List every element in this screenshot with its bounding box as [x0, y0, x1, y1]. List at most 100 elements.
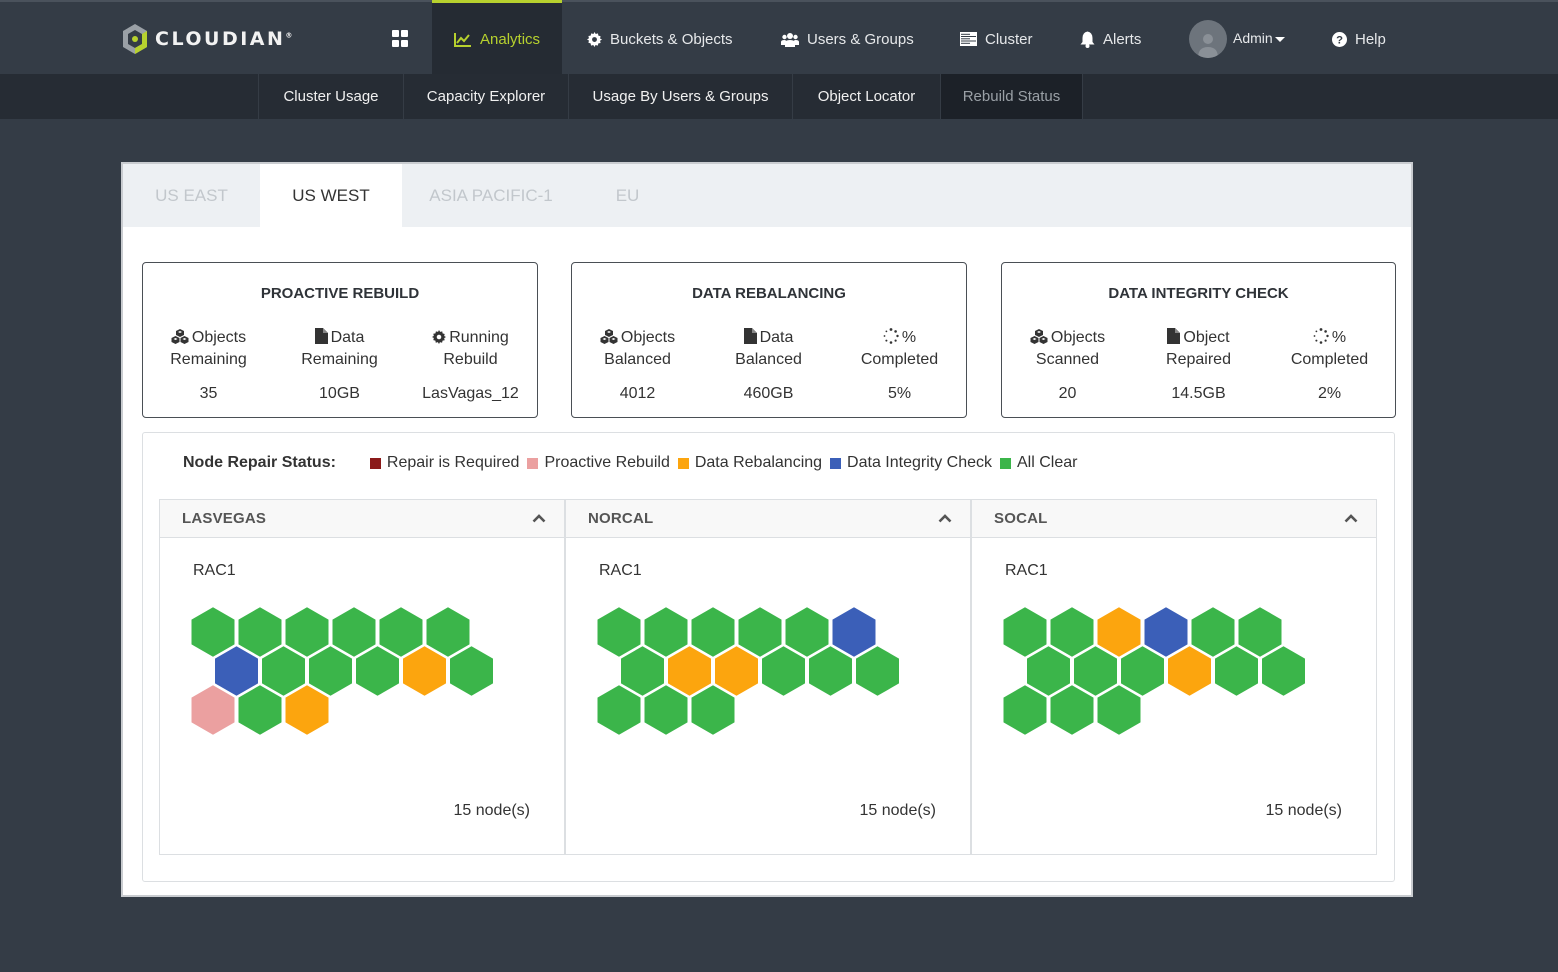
site-header[interactable]: LASVEGAS [160, 500, 564, 538]
data-integrity-check-card: DATA INTEGRITY CHECK Objects Scanned 20 … [1001, 262, 1396, 418]
node-hex-clear[interactable] [644, 685, 688, 735]
metric-label-line2: Balanced [604, 351, 671, 368]
nav-alerts-label: Alerts [1103, 30, 1142, 48]
node-hex-rebalance[interactable] [285, 685, 329, 735]
node-hex-clear[interactable] [1097, 685, 1141, 735]
node-hex-clear[interactable] [1262, 646, 1305, 696]
nav-buckets-objects-label: Buckets & Objects [610, 30, 733, 48]
node-hex-clear[interactable] [597, 685, 641, 735]
node-hex-integrity[interactable] [1144, 607, 1188, 657]
nav-admin-menu[interactable]: Admin [1189, 2, 1285, 76]
subnav-capacity-explorer[interactable]: Capacity Explorer [403, 74, 568, 119]
metric-value: 2% [1317, 385, 1342, 402]
metric-label: Objects [1002, 327, 1133, 349]
spinner-icon [883, 328, 899, 344]
cloudian-logo[interactable]: CLOUDIAN® [121, 22, 292, 56]
legend-title: Node Repair Status: [183, 454, 336, 471]
node-hex-rebalance[interactable] [1168, 646, 1211, 696]
node-hex-clear[interactable] [356, 646, 399, 696]
node-hex-clear[interactable] [856, 646, 899, 696]
node-hex-rebalance[interactable] [1097, 607, 1141, 657]
site-name: LASVEGAS [182, 510, 267, 527]
node-hex-clear[interactable] [238, 607, 282, 657]
node-hex-clear[interactable] [450, 646, 493, 696]
node-hex-clear[interactable] [691, 685, 735, 735]
node-hex-clear[interactable] [738, 607, 782, 657]
card-title: DATA INTEGRITY CHECK [1108, 285, 1289, 302]
bell-icon [1080, 31, 1095, 48]
node-hex-clear[interactable] [621, 646, 664, 696]
node-hex-clear[interactable] [426, 607, 470, 657]
node-hex-proactive[interactable] [191, 685, 235, 735]
file-icon [1167, 328, 1181, 344]
metric-label-line2: Remaining [170, 351, 247, 368]
node-hex-clear[interactable] [1121, 646, 1164, 696]
metric-data-remaining: Data Remaining 10GB [274, 327, 405, 405]
node-hex-clear[interactable] [809, 646, 852, 696]
tab-asia-pacific-1[interactable]: ASIA PACIFIC-1 [402, 164, 580, 227]
metric-label-line1: Object [1183, 329, 1230, 346]
node-hex-clear[interactable] [1050, 607, 1094, 657]
apps-grid-button[interactable] [392, 30, 410, 48]
node-hex-clear[interactable] [1238, 607, 1282, 657]
tab-us-east-label: US EAST [155, 185, 228, 205]
metric-data-balanced: Data Balanced 460GB [703, 327, 834, 405]
metric-label-line1: % [901, 329, 917, 346]
metric-label-line1: % [1331, 329, 1347, 346]
site-header[interactable]: NORCAL [566, 500, 970, 538]
question-circle-icon: ? [1332, 31, 1347, 47]
node-hex-clear[interactable] [1003, 607, 1047, 657]
nav-help[interactable]: ? Help [1332, 2, 1386, 76]
node-hex-rebalance[interactable] [403, 646, 446, 696]
node-hex-rebalance[interactable] [668, 646, 711, 696]
node-hex-clear[interactable] [644, 607, 688, 657]
legend-label: All Clear [1017, 454, 1078, 471]
legend-item-repair-required: Repair is Required [369, 454, 519, 472]
node-hex-clear[interactable] [1027, 646, 1070, 696]
node-hex-clear[interactable] [1050, 685, 1094, 735]
node-hex-clear[interactable] [597, 607, 641, 657]
node-hex-clear[interactable] [262, 646, 305, 696]
collapse-button[interactable] [936, 512, 954, 526]
node-hex-clear[interactable] [1074, 646, 1117, 696]
node-hex-clear[interactable] [1003, 685, 1047, 735]
metric-label-line2: Completed [860, 351, 939, 368]
node-hex-clear[interactable] [238, 685, 282, 735]
nav-users-groups[interactable]: Users & Groups [781, 2, 914, 76]
node-count: 15 node(s) [859, 802, 937, 819]
subnav-usage-by-users-groups[interactable]: Usage By Users & Groups [568, 74, 792, 119]
card-title: PROACTIVE REBUILD [260, 285, 420, 302]
node-hex-clear[interactable] [691, 607, 735, 657]
node-hex-rebalance[interactable] [715, 646, 758, 696]
server-icon [960, 32, 977, 46]
node-hex-clear[interactable] [332, 607, 376, 657]
tab-us-east[interactable]: US EAST [123, 164, 260, 227]
subnav-object-locator-label: Object Locator [817, 88, 916, 105]
tab-eu[interactable]: EU [580, 164, 675, 227]
node-hex-clear[interactable] [1191, 607, 1235, 657]
subnav-object-locator[interactable]: Object Locator [792, 74, 940, 119]
nav-analytics[interactable]: Analytics [432, 0, 563, 76]
subnav-cluster-usage[interactable]: Cluster Usage [258, 74, 403, 119]
site-header[interactable]: SOCAL [972, 500, 1376, 538]
gear-icon [587, 31, 602, 47]
node-hex-clear[interactable] [379, 607, 423, 657]
collapse-button[interactable] [530, 512, 548, 526]
node-hex-integrity[interactable] [832, 607, 876, 657]
metric-objects-remaining: Objects Remaining 35 [143, 327, 274, 405]
subnav-rebuild-status[interactable]: Rebuild Status [940, 74, 1083, 119]
node-hex-clear[interactable] [785, 607, 829, 657]
node-hex-clear[interactable] [285, 607, 329, 657]
metric-value: 10GB [319, 385, 360, 402]
node-hex-clear[interactable] [191, 607, 235, 657]
node-hex-clear[interactable] [762, 646, 805, 696]
nav-cluster[interactable]: Cluster [960, 2, 1033, 76]
node-hex-integrity[interactable] [215, 646, 258, 696]
node-hex-clear[interactable] [1215, 646, 1258, 696]
node-hex-clear[interactable] [309, 646, 352, 696]
metric-label: % [1264, 327, 1395, 349]
nav-alerts[interactable]: Alerts [1080, 2, 1141, 76]
collapse-button[interactable] [1342, 512, 1360, 526]
nav-buckets-objects[interactable]: Buckets & Objects [587, 2, 733, 76]
tab-us-west[interactable]: US WEST [260, 164, 402, 227]
